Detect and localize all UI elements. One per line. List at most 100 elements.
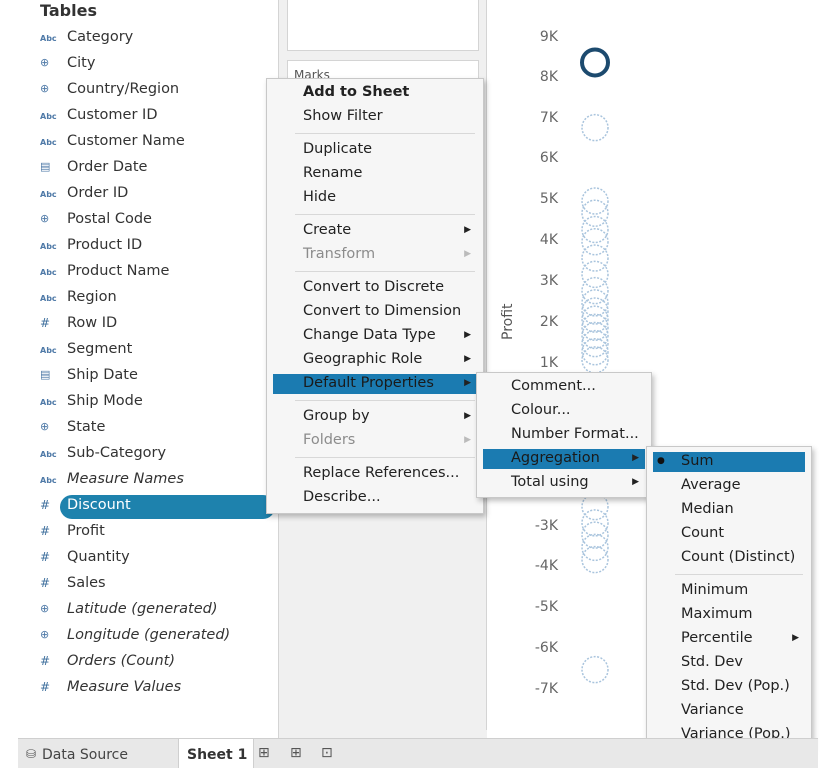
- number-type-icon: #: [40, 524, 51, 538]
- menu-item-comment[interactable]: Comment...: [477, 375, 651, 399]
- menu-item-number-format[interactable]: Number Format...: [477, 423, 651, 447]
- menu-item-group-by[interactable]: Group by ▶: [267, 405, 483, 429]
- menu-item-aggregation[interactable]: Aggregation ▶: [477, 447, 651, 471]
- menu-item-create[interactable]: Create ▶: [267, 219, 483, 243]
- field-item[interactable]: Abc Order ID: [18, 182, 274, 208]
- menu-item-std-dev-pop[interactable]: Std. Dev (Pop.): [647, 675, 811, 699]
- sheet-tab[interactable]: Sheet 1: [178, 739, 254, 768]
- menu-item-total-using[interactable]: Total using ▶: [477, 471, 651, 495]
- scatter-point[interactable]: [581, 244, 609, 272]
- menu-item-label: Comment...: [511, 378, 596, 394]
- field-item[interactable]: Abc Segment: [18, 338, 274, 364]
- data-source-tab[interactable]: ⛁ Data Source: [18, 739, 178, 768]
- menu-item-add-to-sheet[interactable]: Add to Sheet: [267, 81, 483, 105]
- menu-item-maximum[interactable]: Maximum: [647, 603, 811, 627]
- scatter-point[interactable]: [581, 655, 609, 684]
- new-story-icon[interactable]: ⊡: [321, 745, 333, 761]
- scatter-point[interactable]: [581, 228, 609, 256]
- menu-item-label: Std. Dev (Pop.): [681, 678, 790, 694]
- y-tick-label: 5K: [539, 191, 558, 207]
- scatter-point[interactable]: [581, 305, 609, 333]
- scatter-point[interactable]: [581, 260, 609, 289]
- field-item[interactable]: Abc Customer ID: [18, 104, 274, 130]
- field-item[interactable]: ▤ Order Date: [18, 156, 274, 182]
- menu-item-label: Count: [681, 525, 725, 541]
- menu-item-duplicate[interactable]: Duplicate: [267, 138, 483, 162]
- scatter-point[interactable]: [581, 313, 609, 342]
- field-item[interactable]: ⊕ Longitude (generated): [18, 624, 274, 650]
- field-label: Row ID: [67, 315, 118, 331]
- menu-item-label: Default Properties: [303, 375, 434, 391]
- scatter-point[interactable]: [581, 329, 609, 358]
- field-item[interactable]: # Sales: [18, 572, 274, 598]
- scatter-point[interactable]: [581, 321, 609, 350]
- field-item[interactable]: Abc Product ID: [18, 234, 274, 260]
- field-item[interactable]: ▤ Ship Date: [18, 364, 274, 390]
- scatter-point[interactable]: [581, 521, 609, 549]
- field-item[interactable]: ⊕ State: [18, 416, 274, 442]
- field-item[interactable]: # Discount: [18, 494, 275, 520]
- scatter-point[interactable]: [581, 509, 609, 537]
- new-dashboard-icon[interactable]: ⊞: [290, 745, 302, 761]
- scatter-point[interactable]: [581, 215, 609, 244]
- field-item[interactable]: ⊕ Country/Region: [18, 78, 274, 104]
- menu-item-geographic-role[interactable]: Geographic Role ▶: [267, 348, 483, 372]
- field-item[interactable]: ⊕ City: [18, 52, 274, 78]
- menu-item-label: Maximum: [681, 606, 753, 622]
- menu-item-minimum[interactable]: Minimum: [647, 579, 811, 603]
- field-item[interactable]: # Profit: [18, 520, 274, 546]
- menu-item-change-data-type[interactable]: Change Data Type ▶: [267, 324, 483, 348]
- field-item[interactable]: # Measure Values: [18, 676, 274, 702]
- field-item[interactable]: Abc Category: [18, 26, 274, 52]
- menu-item-describe[interactable]: Describe...: [267, 486, 483, 510]
- geographic-type-icon: ⊕: [40, 212, 50, 225]
- field-label: Region: [67, 289, 117, 305]
- pages-shelf[interactable]: [287, 0, 479, 51]
- submenu-arrow-icon: ▶: [464, 435, 471, 445]
- menu-item-std-dev[interactable]: Std. Dev: [647, 651, 811, 675]
- scatter-point[interactable]: [581, 113, 609, 142]
- field-item[interactable]: Abc Region: [18, 286, 274, 312]
- menu-item-hide[interactable]: Hide: [267, 186, 483, 210]
- menu-item-convert-to-discrete[interactable]: Convert to Discrete: [267, 276, 483, 300]
- scatter-point[interactable]: [581, 187, 609, 215]
- menu-item-replace-references[interactable]: Replace References...: [267, 462, 483, 486]
- field-item[interactable]: # Orders (Count): [18, 650, 274, 676]
- menu-item-colour[interactable]: Colour...: [477, 399, 651, 423]
- string-type-icon: Abc: [40, 294, 57, 303]
- menu-item-label: Duplicate: [303, 141, 373, 157]
- field-item[interactable]: ⊕ Postal Code: [18, 208, 274, 234]
- menu-item-variance[interactable]: Variance: [647, 699, 811, 723]
- menu-item-default-properties[interactable]: Default Properties ▶: [267, 372, 483, 396]
- menu-item-average[interactable]: Average: [647, 474, 811, 498]
- string-type-icon: Abc: [40, 112, 57, 121]
- scatter-point[interactable]: [581, 346, 609, 374]
- field-item[interactable]: Abc Measure Names: [18, 468, 274, 494]
- field-item[interactable]: Abc Sub-Category: [18, 442, 274, 468]
- menu-item-convert-to-dimension[interactable]: Convert to Dimension: [267, 300, 483, 324]
- y-tick-label: -7K: [534, 681, 558, 697]
- scatter-point[interactable]: [581, 545, 609, 574]
- menu-item-rename[interactable]: Rename: [267, 162, 483, 186]
- scatter-point[interactable]: [581, 533, 609, 562]
- field-item[interactable]: Abc Customer Name: [18, 130, 274, 156]
- menu-item-sum[interactable]: ● Sum: [647, 450, 811, 474]
- menu-item-percentile[interactable]: Percentile ▶: [647, 627, 811, 651]
- scatter-point[interactable]: [581, 297, 609, 325]
- field-item[interactable]: ⊕ Latitude (generated): [18, 598, 274, 624]
- new-worksheet-icon[interactable]: ⊞: [258, 745, 270, 761]
- menu-item-show-filter[interactable]: Show Filter: [267, 105, 483, 129]
- menu-item-count-distinct[interactable]: Count (Distinct): [647, 546, 811, 570]
- scatter-point[interactable]: [581, 276, 609, 305]
- scatter-point-highlighted[interactable]: [580, 47, 610, 78]
- menu-item-count[interactable]: Count: [647, 522, 811, 546]
- scatter-point[interactable]: [581, 289, 609, 317]
- scatter-point[interactable]: [581, 338, 609, 366]
- scatter-point[interactable]: [581, 199, 609, 227]
- field-item[interactable]: # Quantity: [18, 546, 274, 572]
- y-tick-label: -6K: [534, 640, 558, 656]
- menu-item-median[interactable]: Median: [647, 498, 811, 522]
- field-item[interactable]: Abc Ship Mode: [18, 390, 274, 416]
- field-item[interactable]: Abc Product Name: [18, 260, 274, 286]
- field-item[interactable]: # Row ID: [18, 312, 274, 338]
